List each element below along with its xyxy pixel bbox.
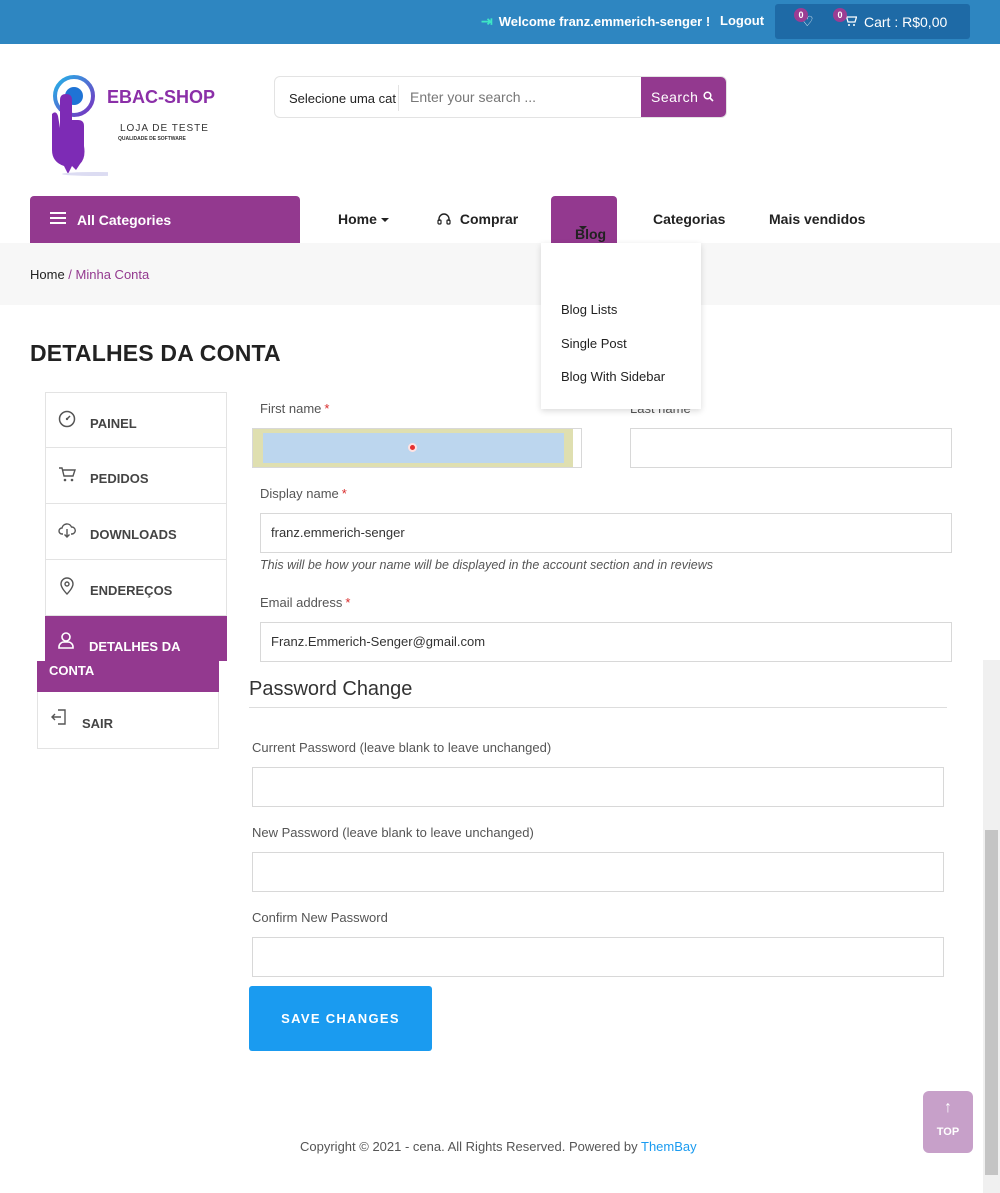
- user-icon: [57, 631, 75, 654]
- cart-box[interactable]: ♡ 0 0 Cart : R$0,00: [775, 4, 970, 39]
- dropdown-item-single-post[interactable]: Single Post: [561, 336, 627, 351]
- side-item-downloads[interactable]: DOWNLOADS: [45, 504, 227, 560]
- required-mark: *: [324, 401, 330, 416]
- menu-icon: [50, 212, 66, 224]
- display-name-label-text: Display name: [260, 486, 339, 501]
- required-mark: *: [345, 595, 351, 610]
- breadcrumb-home[interactable]: Home: [30, 267, 65, 282]
- headset-icon: [436, 211, 456, 227]
- side-item-active-label: DETALHES DA: [89, 639, 181, 654]
- side-item-pedidos[interactable]: PEDIDOS: [45, 448, 227, 504]
- side-item-label: PAINEL: [90, 416, 137, 431]
- dashboard-icon: [58, 410, 76, 433]
- nav-categorias[interactable]: Categorias: [653, 211, 725, 227]
- side-item-active-label-line2: CONTA: [49, 663, 95, 678]
- new-password-field[interactable]: [252, 852, 944, 892]
- chevron-down-icon: [579, 226, 587, 230]
- display-name-field[interactable]: franz.emmerich-senger: [260, 513, 952, 553]
- nav-comprar-label: Comprar: [459, 211, 519, 227]
- copyright-text: Copyright © 2021 - cena. All Rights Rese…: [300, 1139, 642, 1154]
- cart-total[interactable]: Cart : R$0,00: [864, 14, 947, 30]
- side-item-label: PEDIDOS: [90, 471, 149, 486]
- current-password-field[interactable]: [252, 767, 944, 807]
- account-side-menu: PAINEL PEDIDOS DOWNLOADS ENDEREÇOS: [45, 392, 227, 616]
- logout-icon: [50, 708, 68, 731]
- blog-dropdown-menu: Blog Lists Single Post Blog With Sidebar: [541, 243, 701, 409]
- arrow-up-icon: ↑: [944, 1099, 952, 1116]
- back-to-top-label: TOP: [936, 1126, 960, 1138]
- side-item-painel[interactable]: PAINEL: [45, 392, 227, 448]
- password-change-title: Password Change: [249, 678, 413, 700]
- cart-count-badge: 0: [833, 8, 847, 22]
- chevron-down-icon: [380, 218, 389, 223]
- first-name-autofill-highlight: [253, 429, 573, 467]
- scrollbar-thumb[interactable]: [985, 830, 998, 1175]
- email-label-text: Email address: [260, 595, 343, 610]
- side-item-label: DOWNLOADS: [90, 527, 177, 542]
- search-bar: Selecione uma cat Search: [274, 76, 727, 118]
- login-icon: ⇥: [481, 13, 493, 29]
- last-name-field[interactable]: [630, 428, 952, 468]
- breadcrumb-current: Minha Conta: [75, 267, 150, 282]
- footer-copyright: Copyright © 2021 - cena. All Rights Rese…: [300, 1139, 697, 1154]
- nav-home-label: Home: [338, 211, 377, 227]
- page-title: DETALHES DA CONTA: [30, 340, 281, 366]
- first-name-label: First name *: [260, 401, 329, 416]
- side-item-label: ENDEREÇOS: [90, 583, 173, 598]
- search-icon: [703, 89, 714, 105]
- side-item-detalhes-da-conta-continued[interactable]: CONTA: [37, 661, 219, 692]
- email-label: Email address *: [260, 595, 350, 610]
- welcome-message: ⇥ Welcome franz.emmerich-senger !: [481, 13, 710, 30]
- nav-comprar[interactable]: Comprar: [436, 211, 518, 227]
- required-mark: *: [341, 486, 347, 501]
- side-item-enderecos[interactable]: ENDEREÇOS: [45, 560, 227, 616]
- logout-link[interactable]: Logout: [720, 13, 764, 28]
- dropdown-item-blog-with-sidebar[interactable]: Blog With Sidebar: [561, 369, 665, 384]
- cart-icon: [58, 465, 76, 488]
- confirm-password-label: Confirm New Password: [252, 910, 388, 925]
- search-button-label: Search: [651, 89, 699, 105]
- nav-blog[interactable]: Blog: [551, 196, 617, 243]
- wishlist-count-badge: 0: [794, 8, 808, 22]
- display-name-hint: This will be how your name will be displ…: [260, 558, 714, 572]
- logo-tagline: LOJA DE TESTE: [120, 123, 209, 134]
- cursor-marker-icon: [408, 443, 417, 452]
- password-title-divider: [249, 707, 947, 708]
- logo-subtitle: QUALIDADE DE SOFTWARE: [118, 136, 186, 142]
- logo-hand-icon: [52, 75, 130, 176]
- breadcrumb-band: Home / Minha Conta: [0, 243, 1000, 305]
- email-field[interactable]: Franz.Emmerich-Senger@gmail.com: [260, 622, 952, 662]
- side-item-detalhes-da-conta[interactable]: DETALHES DA: [45, 616, 227, 661]
- search-button[interactable]: Search: [641, 77, 726, 117]
- location-pin-icon: [58, 577, 76, 600]
- new-password-label: New Password (leave blank to leave uncha…: [252, 825, 534, 840]
- top-bar: ⇥ Welcome franz.emmerich-senger ! Logout…: [0, 0, 1000, 44]
- side-item-sair[interactable]: SAIR: [37, 692, 219, 749]
- side-item-label: SAIR: [82, 716, 114, 731]
- search-divider: [398, 85, 399, 111]
- save-changes-button[interactable]: SAVE CHANGES: [249, 986, 432, 1051]
- breadcrumb: Home / Minha Conta: [30, 267, 149, 282]
- all-categories-label: All Categories: [77, 212, 172, 228]
- nav-mais-vendidos[interactable]: Mais vendidos: [769, 211, 865, 227]
- nav-home[interactable]: Home: [338, 211, 389, 227]
- current-password-label: Current Password (leave blank to leave u…: [252, 740, 552, 755]
- display-name-label: Display name *: [260, 486, 347, 501]
- welcome-text: Welcome franz.emmerich-senger !: [498, 14, 711, 29]
- site-logo[interactable]: EBAC-SHOP LOJA DE TESTE QUALIDADE DE SOF…: [38, 70, 228, 180]
- all-categories-button[interactable]: All Categories: [30, 196, 300, 243]
- search-input[interactable]: [400, 78, 640, 116]
- thembay-link[interactable]: ThemBay: [641, 1139, 697, 1154]
- first-name-label-text: First name: [260, 401, 322, 416]
- back-to-top-button[interactable]: ↑ TOP: [923, 1091, 973, 1153]
- dropdown-item-blog-lists[interactable]: Blog Lists: [561, 302, 617, 317]
- logo-brand: EBAC-SHOP: [107, 87, 216, 107]
- category-select[interactable]: Selecione uma cat: [289, 91, 396, 106]
- cloud-download-icon: [58, 521, 76, 544]
- confirm-password-field[interactable]: [252, 937, 944, 977]
- breadcrumb-separator: /: [64, 267, 76, 282]
